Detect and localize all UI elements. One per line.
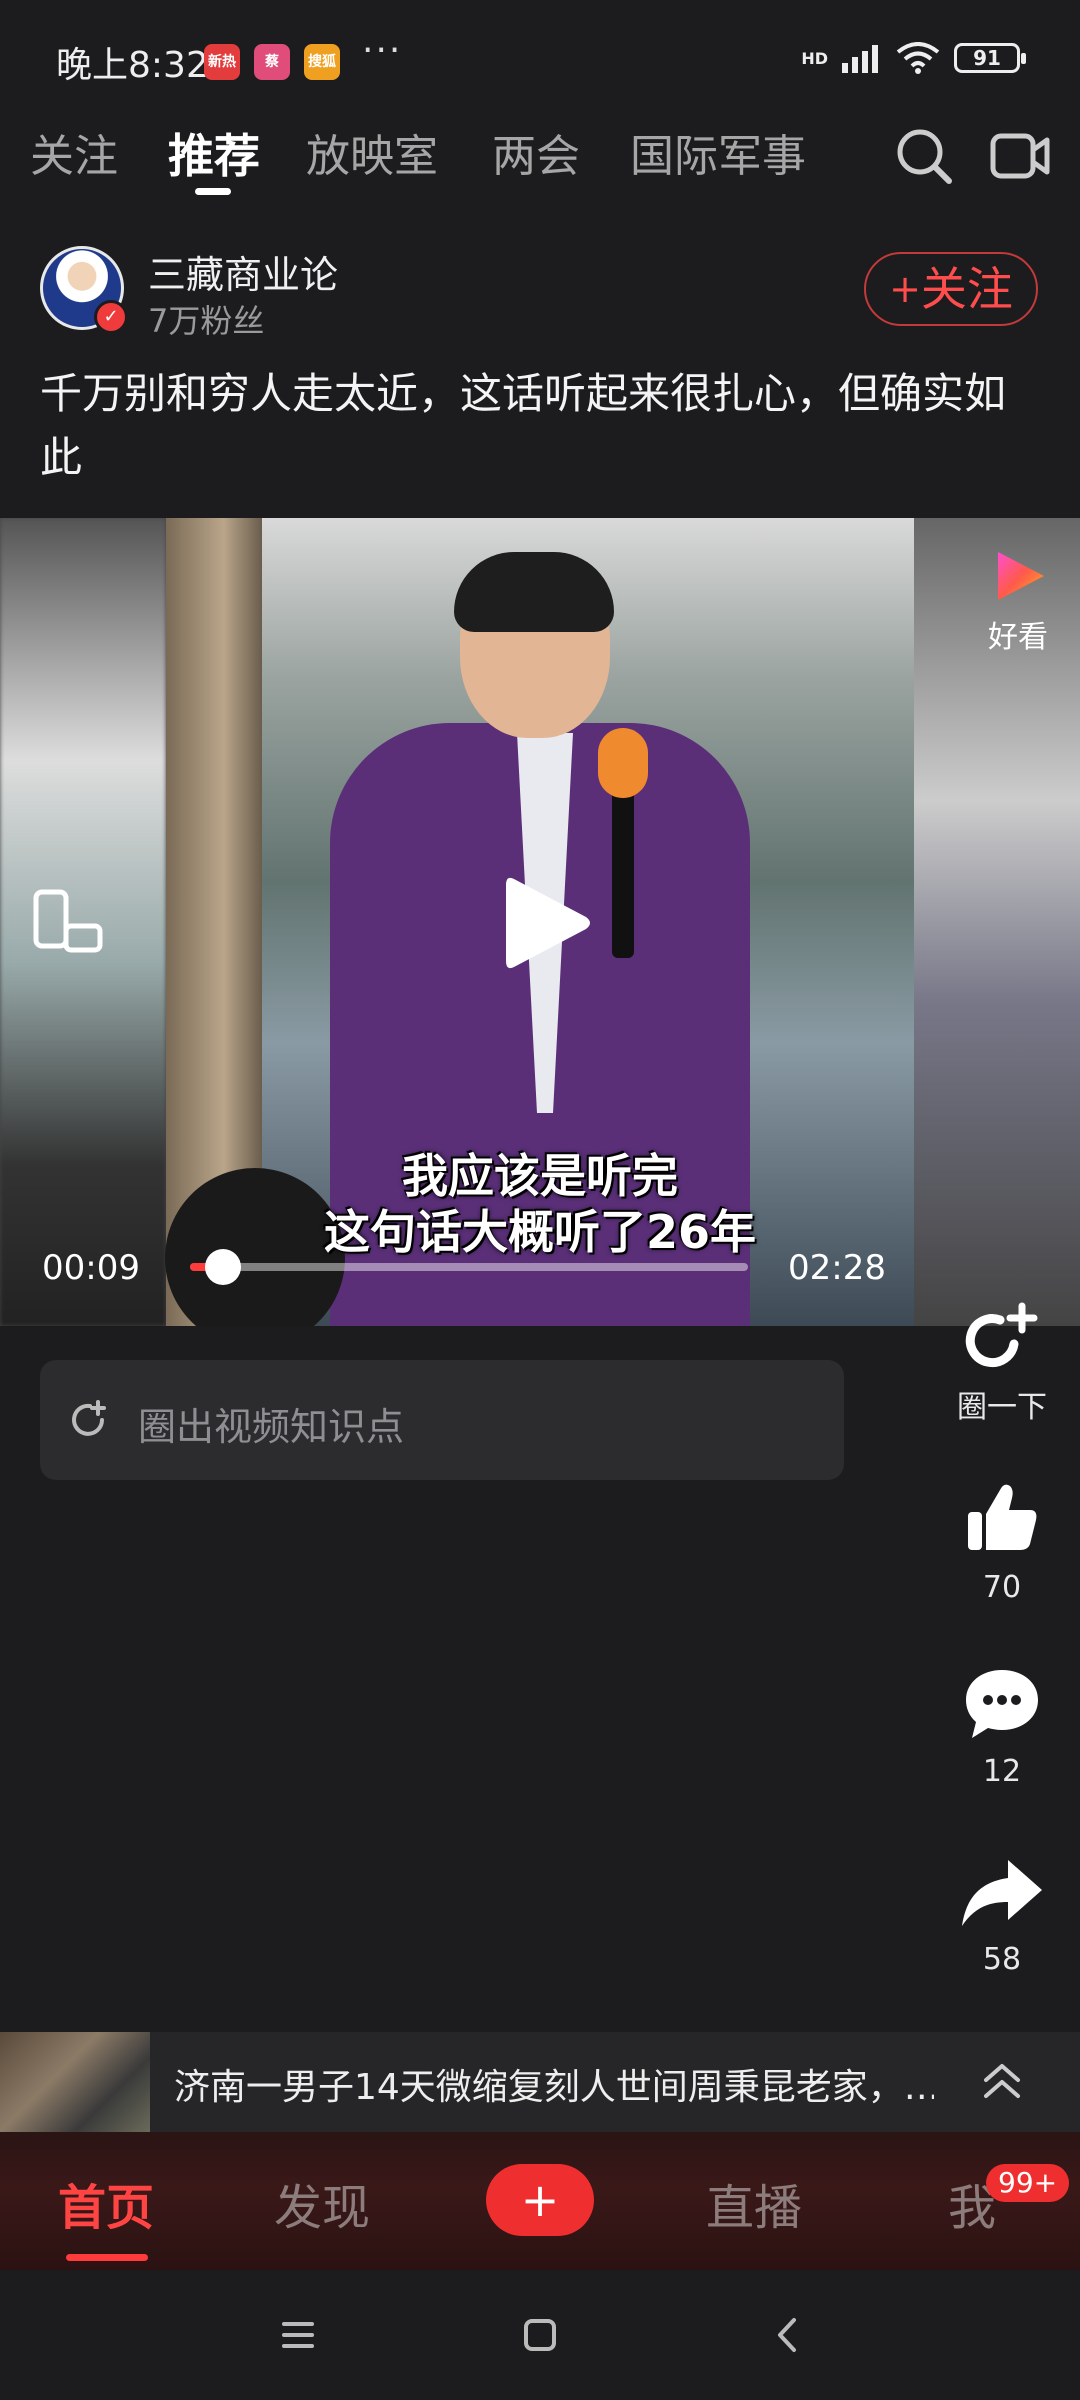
author-name[interactable]: 三藏商业论 bbox=[148, 244, 338, 299]
search-icon[interactable] bbox=[894, 126, 954, 186]
news-ticker[interactable]: 济南一男子14天微缩复刻人世间周秉昆老家，… bbox=[0, 2032, 1080, 2132]
progress-track[interactable] bbox=[190, 1263, 748, 1271]
follow-plus-icon: + bbox=[889, 267, 921, 311]
notification-app-icon: 搜狐 bbox=[304, 44, 340, 80]
notification-badge: 99+ bbox=[986, 2164, 1070, 2202]
comment-icon bbox=[966, 1670, 1038, 1738]
thumbs-up-icon bbox=[968, 1484, 1037, 1550]
circle-action-button[interactable]: 圈一下 bbox=[932, 1300, 1072, 1426]
top-nav: 关注 推荐 放映室 两会 国际军事 bbox=[0, 120, 1080, 220]
video-camera-icon[interactable] bbox=[990, 130, 1050, 182]
status-bar: 晚上8:32 新热 蔡 搜狐 ··· HD 91 bbox=[0, 0, 1080, 110]
like-count: 70 bbox=[982, 1570, 1022, 1605]
knowledge-point-input[interactable]: 圈出视频知识点 bbox=[40, 1360, 844, 1480]
current-time: 00:09 bbox=[42, 1248, 140, 1288]
play-icon[interactable] bbox=[502, 873, 592, 973]
share-count: 58 bbox=[982, 1942, 1022, 1977]
more-notifications-icon: ··· bbox=[362, 30, 403, 71]
post-title[interactable]: 千万别和穷人走太近，这话听起来很扎心，但确实如此 bbox=[40, 362, 1040, 490]
tab-screening-room[interactable]: 放映室 bbox=[306, 120, 438, 184]
comment-button[interactable]: 12 bbox=[932, 1668, 1072, 1789]
home-icon[interactable] bbox=[510, 2310, 570, 2360]
active-tab-indicator bbox=[195, 188, 231, 195]
system-navigation-bar bbox=[0, 2270, 1080, 2400]
notification-app-icon: 蔡 bbox=[254, 44, 290, 80]
like-button[interactable]: 70 bbox=[932, 1480, 1072, 1605]
bottom-tab-bar: 首页 发现 + 直播 我 99+ bbox=[0, 2132, 1080, 2270]
fullscreen-rotate-icon[interactable] bbox=[32, 888, 106, 958]
notification-app-icon: 新热 bbox=[204, 44, 240, 80]
tab-recommend[interactable]: 推荐 bbox=[168, 120, 260, 186]
ticker-headline: 济南一男子14天微缩复刻人世间周秉昆老家，… bbox=[174, 2067, 934, 2108]
chevron-up-double-icon[interactable] bbox=[980, 2058, 1024, 2106]
tab-live[interactable]: 直播 bbox=[706, 2168, 802, 2238]
follow-button[interactable]: +关注 bbox=[864, 252, 1038, 326]
tab-discover[interactable]: 发现 bbox=[274, 2168, 370, 2238]
speaker-hair bbox=[454, 552, 614, 632]
total-time: 02:28 bbox=[788, 1248, 886, 1288]
battery-icon: 91 bbox=[954, 43, 1026, 73]
menu-icon[interactable] bbox=[268, 2310, 328, 2360]
microphone-head bbox=[598, 728, 648, 798]
back-icon[interactable] bbox=[758, 2310, 818, 2360]
video-subtitle-line2: 这句话大概听了26年 bbox=[323, 1205, 756, 1259]
status-indicators: HD 91 bbox=[801, 42, 1026, 74]
home-tab-indicator bbox=[66, 2254, 148, 2261]
follow-label: 关注 bbox=[920, 262, 1013, 316]
ticker-thumbnail bbox=[0, 2032, 150, 2132]
microphone bbox=[612, 788, 634, 958]
video-player[interactable]: 我应该是听完 这句话大概听了26年 好看 00:09 02:28 bbox=[0, 518, 1080, 1326]
share-button[interactable]: 58 bbox=[932, 1858, 1072, 1977]
wifi-icon bbox=[896, 42, 940, 74]
share-arrow-icon bbox=[962, 1860, 1042, 1926]
tab-home[interactable]: 首页 bbox=[58, 2168, 154, 2238]
tab-international-military[interactable]: 国际军事 bbox=[630, 120, 806, 184]
knowledge-placeholder: 圈出视频知识点 bbox=[138, 1405, 405, 1449]
verified-badge-icon: ✓ bbox=[94, 300, 128, 334]
status-time: 晚上8:32 bbox=[56, 45, 209, 86]
circle-label: 圈一下 bbox=[957, 1390, 1047, 1425]
tab-two-sessions[interactable]: 两会 bbox=[492, 120, 580, 184]
haokan-label: 好看 bbox=[988, 620, 1048, 655]
network-label: HD bbox=[801, 48, 828, 68]
tab-follow[interactable]: 关注 bbox=[30, 120, 118, 184]
circle-refresh-icon bbox=[72, 1400, 106, 1436]
signal-icon bbox=[842, 45, 878, 73]
haokan-logo-icon bbox=[998, 552, 1044, 600]
author-fans-count: 7万粉丝 bbox=[148, 302, 265, 340]
comment-count: 12 bbox=[982, 1754, 1022, 1789]
publish-button[interactable]: + bbox=[486, 2164, 594, 2236]
circle-plus-icon bbox=[965, 1302, 1038, 1368]
